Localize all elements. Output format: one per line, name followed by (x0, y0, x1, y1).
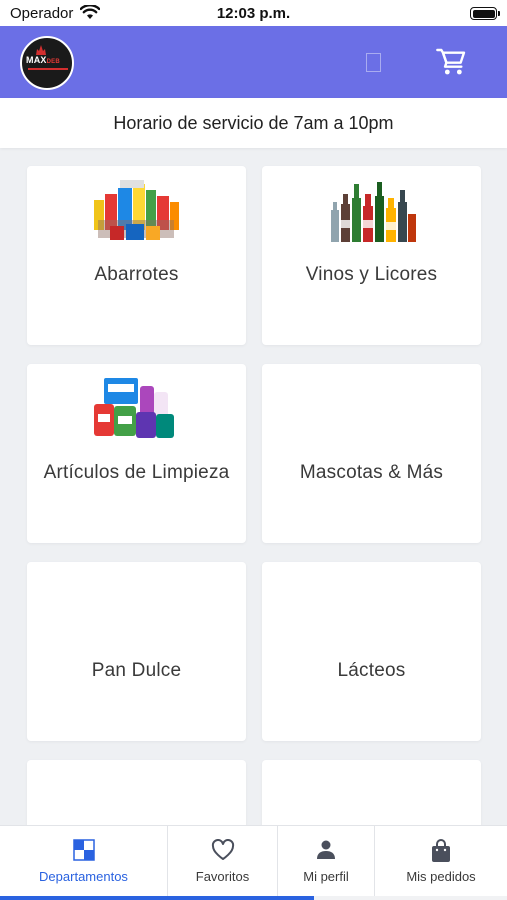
tab-favoritos[interactable]: Favoritos (168, 826, 278, 896)
person-icon (278, 839, 374, 863)
tab-departamentos[interactable]: Departamentos (0, 826, 168, 896)
cart-button[interactable] (434, 44, 470, 80)
cart-icon (436, 48, 466, 75)
scroll-progress-bar (0, 896, 315, 900)
cleaning-products-image (94, 378, 174, 438)
category-label: Abarrotes (94, 264, 179, 285)
tab-label: Favoritos (195, 869, 250, 884)
tab-label: Mis pedidos (406, 869, 476, 884)
category-label: Artículos de Limpieza (43, 462, 230, 483)
groceries-image (94, 180, 179, 240)
logo-text-main: MAX (26, 55, 47, 65)
tab-mis-pedidos[interactable]: Mis pedidos (375, 826, 507, 896)
tab-label: Mi perfil (303, 869, 349, 884)
battery-icon (470, 7, 500, 20)
category-card[interactable] (262, 760, 481, 825)
grid-icon (0, 839, 167, 863)
app-header: MAXDEB (0, 26, 507, 98)
category-card-articulos-de-limpieza[interactable]: Artículos de Limpieza (27, 364, 246, 543)
store-logo[interactable]: MAXDEB (20, 36, 74, 90)
tab-label: Departamentos (39, 869, 128, 884)
logo-text-accent: DEB (46, 59, 60, 65)
service-hours-banner: Horario de servicio de 7am a 10pm (0, 98, 507, 148)
category-card-abarrotes[interactable]: Abarrotes (27, 166, 246, 345)
category-card-pan-dulce[interactable]: Pan Dulce (27, 562, 246, 741)
category-card-vinos-y-licores[interactable]: Vinos y Licores (262, 166, 481, 345)
header-placeholder-icon[interactable] (366, 53, 381, 72)
status-bar: Operador 12:03 p.m. (0, 0, 507, 26)
logo-underline (28, 68, 68, 70)
shopping-bag-icon (375, 839, 507, 863)
logo-wordmark: MAXDEB (26, 55, 60, 65)
category-label: Vinos y Licores (305, 264, 438, 285)
category-label: Pan Dulce (91, 660, 182, 681)
liquor-bottles-image (331, 182, 416, 242)
tab-mi-perfil[interactable]: Mi perfil (278, 826, 375, 896)
category-card-mascotas[interactable]: Mascotas & Más (262, 364, 481, 543)
clock: 12:03 p.m. (216, 5, 291, 22)
flame-icon (36, 45, 46, 55)
category-label: Mascotas & Más (299, 462, 444, 483)
category-grid: Abarrotes Vinos y Licores Artículos de L… (0, 148, 507, 825)
heart-icon (168, 839, 277, 863)
category-card[interactable] (27, 760, 246, 825)
category-label: Lácteos (337, 660, 406, 681)
bottom-navigation: Departamentos Favoritos Mi perfil Mis pe… (0, 825, 507, 900)
category-card-lacteos[interactable]: Lácteos (262, 562, 481, 741)
